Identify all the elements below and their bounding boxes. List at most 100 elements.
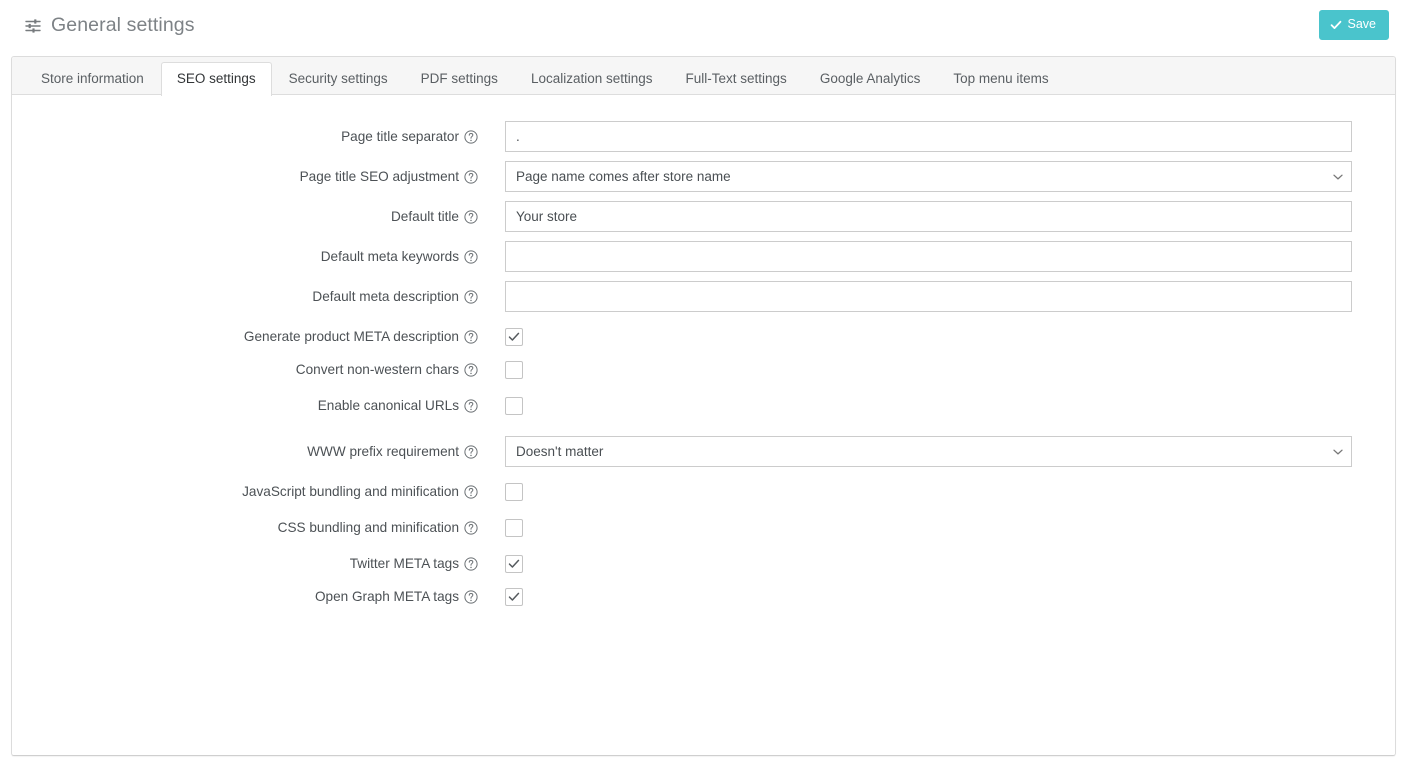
field-label: WWW prefix requirement (307, 444, 459, 459)
field-control-wrap (478, 517, 1395, 542)
help-circle-icon[interactable] (464, 330, 478, 344)
field-label-wrap: Enable canonical URLs (12, 395, 478, 415)
form-row-javascript-bundling-and-minification: JavaScript bundling and minification (12, 481, 1395, 506)
help-circle-icon[interactable] (464, 399, 478, 413)
tab-label: PDF settings (420, 70, 498, 86)
javascript-bundling-and-minification-checkbox[interactable] (505, 483, 523, 501)
field-label-wrap: JavaScript bundling and minification (12, 481, 478, 501)
field-control-wrap (478, 326, 1395, 348)
field-control-wrap (478, 359, 1395, 384)
field-label: Default meta keywords (320, 249, 459, 264)
form-row-open-graph-meta-tags: Open Graph META tags (12, 586, 1395, 608)
tab-seo-settings[interactable]: SEO settings (160, 61, 272, 96)
select-value: Page name comes after store name (516, 169, 731, 184)
twitter-meta-tags-checkbox[interactable] (505, 555, 523, 573)
tab-pdf-settings[interactable]: PDF settings (405, 62, 514, 96)
field-label: Enable canonical URLs (317, 398, 459, 413)
field-label-wrap: Default meta keywords (12, 241, 478, 266)
help-circle-icon[interactable] (464, 210, 478, 224)
tab-store-information[interactable]: Store information (25, 62, 160, 96)
tab-label: Localization settings (530, 70, 653, 86)
tab-label: Google Analytics (819, 70, 921, 86)
default-meta-description-input[interactable] (505, 281, 1352, 312)
tab-label: Store information (41, 70, 144, 86)
form-row-default-meta-keywords: Default meta keywords (12, 241, 1395, 272)
form-row-page-title-separator: Page title separator (12, 121, 1395, 152)
help-circle-icon[interactable] (464, 590, 478, 604)
field-label-wrap: Default meta description (12, 281, 478, 306)
field-control-wrap (478, 586, 1395, 608)
field-control-wrap (478, 553, 1395, 575)
tab-label: Full-Text settings (685, 70, 787, 86)
field-control-wrap (478, 201, 1395, 232)
page-header: General settings Save (0, 0, 1407, 50)
field-control-wrap: Doesn't matter (478, 436, 1395, 467)
help-circle-icon[interactable] (464, 250, 478, 264)
tab-label: Security settings (288, 70, 388, 86)
help-circle-icon[interactable] (464, 445, 478, 459)
checkmark-icon (508, 592, 520, 601)
www-prefix-requirement-select[interactable]: Doesn't matter (505, 436, 1352, 467)
help-circle-icon[interactable] (464, 521, 478, 535)
tab-label: SEO settings (176, 70, 256, 86)
enable-canonical-urls-checkbox[interactable] (505, 397, 523, 415)
default-title-input[interactable] (505, 201, 1352, 232)
form-row-generate-product-meta-description: Generate product META description (12, 326, 1395, 348)
default-meta-keywords-input[interactable] (505, 241, 1352, 272)
checkmark-icon (508, 559, 520, 568)
form-row-css-bundling-and-minification: CSS bundling and minification (12, 517, 1395, 542)
field-label-wrap: Convert non-western chars (12, 359, 478, 379)
form-row-page-title-seo-adjustment: Page title SEO adjustment Page name comes… (12, 161, 1395, 192)
field-label: Convert non-western chars (295, 362, 459, 377)
header-actions: Save (1318, 10, 1389, 40)
check-icon (1330, 20, 1341, 29)
css-bundling-and-minification-checkbox[interactable] (505, 519, 523, 537)
sliders-icon (25, 18, 41, 33)
form-row-twitter-meta-tags: Twitter META tags (12, 553, 1395, 575)
help-circle-icon[interactable] (464, 557, 478, 571)
tab-label: Top menu items (953, 70, 1049, 86)
checkmark-icon (508, 332, 520, 341)
select-wrap: Doesn't matter (505, 436, 1352, 467)
field-control-wrap (478, 281, 1395, 312)
tab-security-settings[interactable]: Security settings (273, 62, 404, 96)
field-label: Default meta description (312, 289, 459, 304)
field-label: Generate product META description (243, 329, 459, 344)
field-label-wrap: Default title (12, 201, 478, 226)
field-control-wrap (478, 481, 1395, 506)
tab-full-text-settings[interactable]: Full-Text settings (670, 62, 803, 96)
page-title-seo-adjustment-select[interactable]: Page name comes after store name (505, 161, 1352, 192)
tab-top-menu-items[interactable]: Top menu items (937, 62, 1064, 96)
field-label: Page title separator (341, 129, 459, 144)
form-row-enable-canonical-urls: Enable canonical URLs (12, 395, 1395, 420)
field-label-wrap: Open Graph META tags (12, 586, 478, 606)
field-label: Open Graph META tags (314, 589, 459, 604)
settings-panel: Store information SEO settings Security se… (11, 56, 1396, 756)
field-label: Default title (390, 209, 459, 224)
field-label-wrap: Generate product META description (12, 326, 478, 346)
field-control-wrap (478, 241, 1395, 272)
help-circle-icon[interactable] (464, 363, 478, 377)
field-label: JavaScript bundling and minification (242, 484, 459, 499)
help-circle-icon[interactable] (464, 290, 478, 304)
page-title-separator-input[interactable] (505, 121, 1352, 152)
help-circle-icon[interactable] (464, 170, 478, 184)
field-control-wrap (478, 121, 1395, 152)
generate-product-meta-description-checkbox[interactable] (505, 328, 523, 346)
tab-localization-settings[interactable]: Localization settings (515, 62, 669, 96)
form-row-default-title: Default title (12, 201, 1395, 232)
form-row-www-prefix-requirement: WWW prefix requirement Doesn't matter (12, 436, 1395, 467)
save-button[interactable]: Save (1318, 10, 1389, 40)
convert-non-western-chars-checkbox[interactable] (505, 361, 523, 379)
field-label-wrap: WWW prefix requirement (12, 436, 478, 461)
form-row-convert-non-western-chars: Convert non-western chars (12, 359, 1395, 384)
help-circle-icon[interactable] (464, 485, 478, 499)
open-graph-meta-tags-checkbox[interactable] (505, 588, 523, 606)
field-label-wrap: CSS bundling and minification (12, 517, 478, 537)
settings-form: Page title separator Page title SEO adjus… (12, 121, 1395, 608)
field-label-wrap: Page title separator (12, 121, 478, 146)
help-circle-icon[interactable] (464, 130, 478, 144)
field-control-wrap (478, 395, 1395, 420)
page-title: General settings (51, 13, 195, 36)
tab-google-analytics[interactable]: Google Analytics (804, 62, 937, 96)
